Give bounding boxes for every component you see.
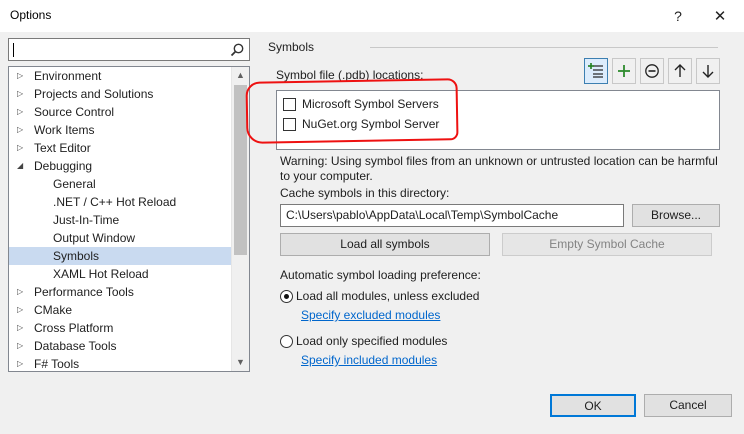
tree-item-label: Output Window — [53, 231, 136, 245]
tree-item-label: Debugging — [34, 159, 93, 173]
collapsed-arrow-icon[interactable]: ▷ — [17, 337, 27, 355]
collapsed-arrow-icon[interactable]: ▷ — [17, 319, 27, 337]
tree-item-label: Symbols — [53, 249, 100, 263]
collapsed-arrow-icon[interactable]: ▷ — [17, 121, 27, 139]
arrow-down-icon — [702, 65, 714, 78]
collapsed-arrow-icon[interactable]: ▷ — [17, 301, 27, 319]
section-title: Symbols — [268, 40, 315, 54]
scroll-down-icon[interactable]: ▼ — [232, 354, 249, 371]
tree-item[interactable]: ▷ CMake — [9, 301, 231, 319]
scroll-up-icon[interactable]: ▲ — [232, 67, 249, 84]
radio-load-specified[interactable]: Load only specified modules — [280, 333, 480, 351]
tree-item-label: Work Items — [34, 123, 95, 137]
tree-item-label: Source Control — [34, 105, 115, 119]
tree-item[interactable]: ▷ Database Tools — [9, 337, 231, 355]
collapsed-arrow-icon[interactable]: ▷ — [17, 103, 27, 121]
collapsed-arrow-icon[interactable]: ▷ — [17, 355, 27, 371]
tree-item[interactable]: ▷ Cross Platform — [9, 319, 231, 337]
tree-item-label: F# Tools — [34, 357, 80, 371]
empty-symbol-cache-button[interactable]: Empty Symbol Cache — [502, 233, 712, 256]
tree-item[interactable]: ◢ Debugging — [9, 157, 231, 175]
window-title: Options — [10, 8, 52, 22]
tree-item-label: Performance Tools — [34, 285, 134, 299]
add-button[interactable] — [612, 58, 636, 84]
specify-included-link[interactable]: Specify included modules — [301, 353, 437, 367]
move-down-button[interactable] — [696, 58, 720, 84]
section-divider — [370, 47, 718, 48]
title-bar: Options ? ✕ — [0, 0, 744, 32]
tree-item[interactable]: ▷ Source Control — [9, 103, 231, 121]
load-all-symbols-button[interactable]: Load all symbols — [280, 233, 490, 256]
text-caret — [13, 43, 14, 57]
preference-label: Automatic symbol loading preference: — [280, 268, 481, 282]
browse-button[interactable]: Browse... — [632, 204, 720, 227]
move-up-button[interactable] — [668, 58, 692, 84]
tree-item-label: Environment — [34, 69, 102, 83]
specify-excluded-link[interactable]: Specify excluded modules — [301, 308, 440, 322]
help-button[interactable]: ? — [666, 4, 690, 28]
tree-item-label: General — [53, 177, 96, 191]
tree-item[interactable]: General — [9, 175, 231, 193]
tree-item[interactable]: ▷ Projects and Solutions — [9, 85, 231, 103]
search-icon — [230, 43, 244, 57]
add-location-button[interactable] — [584, 58, 608, 84]
cache-label: Cache symbols in this directory: — [280, 186, 450, 200]
tree-item[interactable]: ▷ Performance Tools — [9, 283, 231, 301]
radio-selected-dot — [284, 294, 289, 299]
radio-button[interactable] — [280, 335, 293, 348]
radio-load-all[interactable]: Load all modules, unless excluded — [280, 288, 500, 306]
plus-icon — [618, 65, 630, 77]
tree-item[interactable]: XAML Hot Reload — [9, 265, 231, 283]
tree-item[interactable]: ▷ Work Items — [9, 121, 231, 139]
collapsed-arrow-icon[interactable]: ▷ — [17, 85, 27, 103]
tree-item-label: Projects and Solutions — [34, 87, 154, 101]
radio-label: Load all modules, unless excluded — [296, 289, 480, 303]
options-tree[interactable]: ▷ Environment ▷ Projects and Solutions ▷ Sour… — [8, 66, 250, 372]
tree-item-label: Database Tools — [34, 339, 117, 353]
search-input[interactable] — [8, 38, 250, 61]
cancel-button[interactable]: Cancel — [644, 394, 732, 417]
arrow-up-icon — [674, 64, 686, 77]
expanded-arrow-icon[interactable]: ◢ — [17, 157, 27, 175]
remove-button[interactable] — [640, 58, 664, 84]
tree-item[interactable]: .NET / C++ Hot Reload — [9, 193, 231, 211]
ok-button[interactable]: OK — [550, 394, 636, 417]
add-location-icon — [588, 63, 603, 78]
tree-item[interactable]: ▷ Environment — [9, 67, 231, 85]
tree-item-label: CMake — [34, 303, 73, 317]
radio-label: Load only specified modules — [296, 334, 448, 348]
cache-path-field[interactable]: C:\Users\pablo\AppData\Local\Temp\Symbol… — [280, 204, 624, 227]
tree-item[interactable]: Just-In-Time — [9, 211, 231, 229]
tree-item-label: Cross Platform — [34, 321, 114, 335]
collapsed-arrow-icon[interactable]: ▷ — [17, 139, 27, 157]
warning-text: Warning: Using symbol files from an unkn… — [280, 154, 718, 183]
tree-item-label: XAML Hot Reload — [53, 267, 149, 281]
tree-item[interactable]: Symbols — [9, 247, 231, 265]
radio-button[interactable] — [280, 290, 293, 303]
collapsed-arrow-icon[interactable]: ▷ — [17, 283, 27, 301]
tree-item-label: .NET / C++ Hot Reload — [53, 195, 177, 209]
tree-item[interactable]: ▷ Text Editor — [9, 139, 231, 157]
red-annotation-outline — [245, 78, 459, 144]
tree-item[interactable]: ▷ F# Tools — [9, 355, 231, 371]
collapsed-arrow-icon[interactable]: ▷ — [17, 67, 27, 85]
tree-item-label: Text Editor — [34, 141, 91, 155]
close-button[interactable]: ✕ — [708, 4, 732, 28]
tree-item-label: Just-In-Time — [53, 213, 120, 227]
minus-circle-icon — [645, 64, 659, 78]
tree-item[interactable]: Output Window — [9, 229, 231, 247]
